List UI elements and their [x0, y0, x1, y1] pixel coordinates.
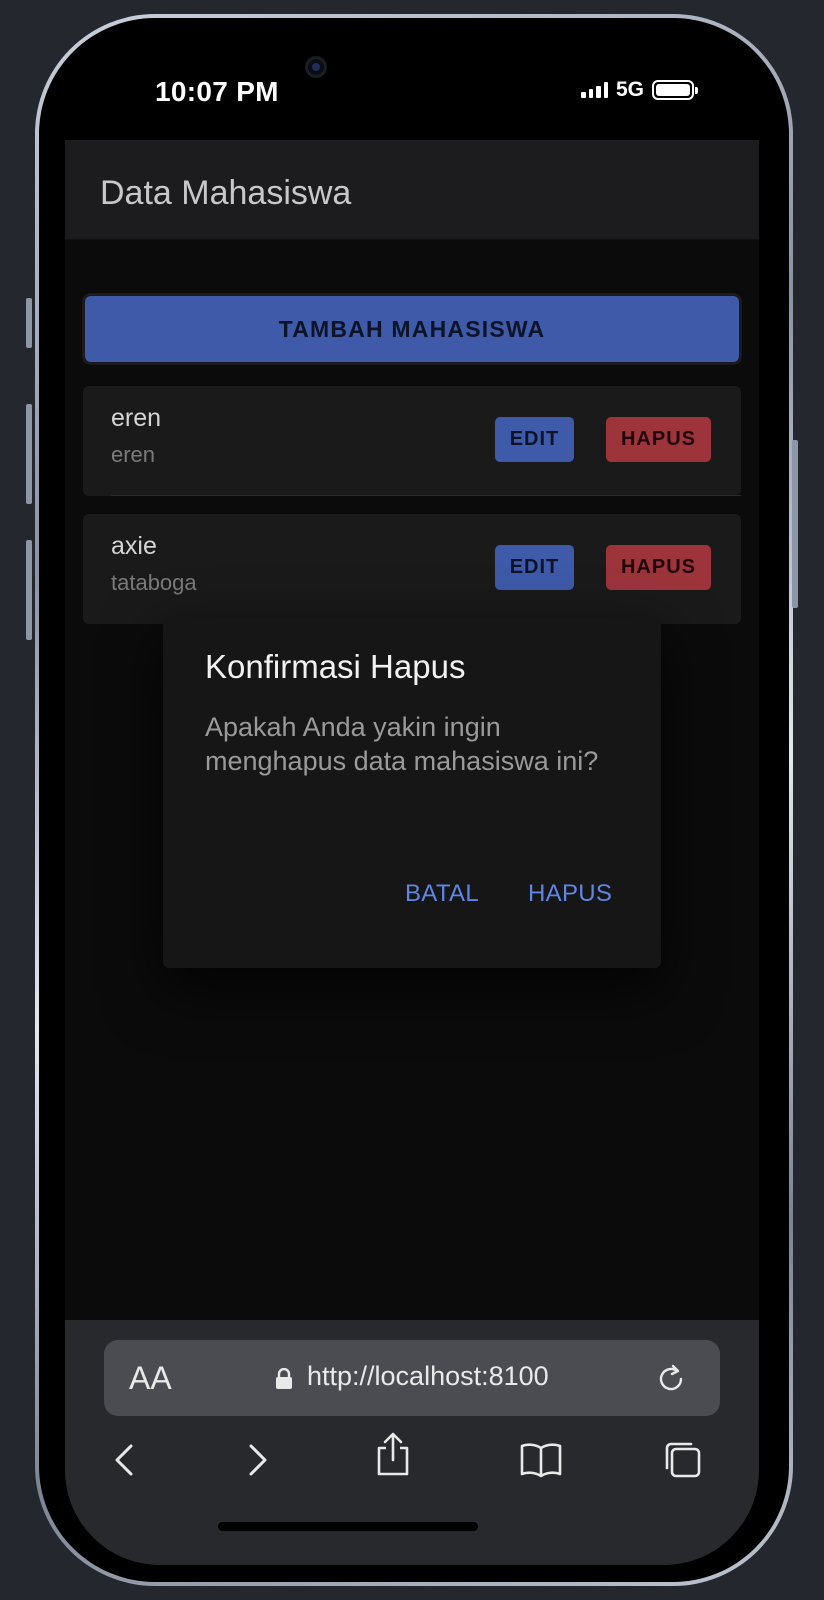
dialog-title: Konfirmasi Hapus [205, 648, 466, 685]
front-camera [305, 56, 327, 78]
status-bar: 10:07 PM 5G [65, 32, 759, 140]
home-indicator[interactable] [218, 1522, 478, 1531]
lock-icon [276, 1368, 292, 1389]
status-time: 10:07 PM [155, 76, 279, 107]
dialog-message: Apakah Anda yakin ingin menghapus data m… [205, 712, 599, 776]
reload-icon[interactable] [656, 1362, 688, 1394]
confirm-delete-dialog: Konfirmasi Hapus Apakah Anda yakin ingin… [163, 618, 661, 968]
divider [111, 495, 741, 496]
add-student-button[interactable]: TAMBAH MAHASISWA [85, 296, 739, 362]
screen: 10:07 PM 5G Data Mahasiswa TAMBAH MAHASI… [65, 32, 759, 1565]
volume-down-button [26, 540, 32, 640]
address-bar[interactable]: AA http://localhost:8100 [104, 1340, 720, 1416]
status-indicators: 5G [581, 78, 699, 102]
network-label: 5G [616, 78, 645, 101]
student-subtitle: tataboga [111, 570, 197, 595]
back-icon[interactable] [107, 1440, 147, 1480]
page-title: Data Mahasiswa [100, 174, 352, 212]
volume-up-button [26, 404, 32, 504]
app-content: Data Mahasiswa TAMBAH MAHASISWA eren ere… [65, 140, 759, 1320]
app-header: Data Mahasiswa [65, 140, 759, 240]
student-name: axie [111, 532, 157, 560]
share-icon[interactable] [373, 1432, 413, 1478]
signal-icon [581, 82, 608, 98]
text-size-label: AA [129, 1360, 172, 1396]
list-item: axie tataboga EDIT HAPUS [83, 514, 741, 624]
text-size-button[interactable]: AA [129, 1360, 172, 1397]
delete-button[interactable]: HAPUS [606, 417, 711, 462]
cancel-button[interactable]: BATAL [405, 880, 479, 908]
delete-button[interactable]: HAPUS [606, 545, 711, 590]
student-subtitle: eren [111, 442, 156, 467]
forward-icon[interactable] [237, 1440, 277, 1480]
student-name: eren [111, 404, 162, 432]
edit-button[interactable]: EDIT [495, 417, 574, 462]
edit-button[interactable]: EDIT [495, 545, 574, 590]
tabs-icon[interactable] [663, 1440, 703, 1480]
power-button [792, 440, 798, 608]
url-text: http://localhost:8100 [307, 1361, 549, 1391]
confirm-delete-button[interactable]: HAPUS [528, 880, 612, 908]
mute-switch [26, 298, 32, 348]
list-item: eren eren EDIT HAPUS [83, 386, 741, 496]
battery-icon [652, 80, 699, 100]
bookmarks-icon[interactable] [519, 1440, 563, 1480]
